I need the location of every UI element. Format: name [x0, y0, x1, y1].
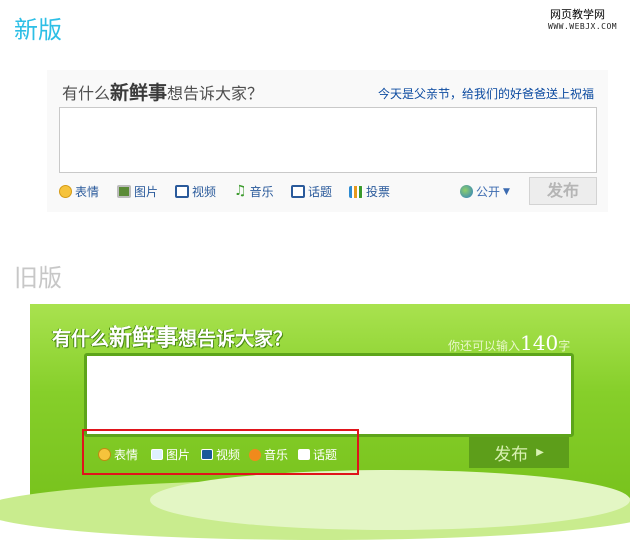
section-title-new: 新版: [14, 16, 62, 44]
new-tool-vote[interactable]: 投票: [349, 183, 390, 200]
prompt-emphasis: 新鲜事: [110, 82, 168, 104]
old-publish-button[interactable]: 发布 ▶: [469, 437, 569, 468]
watermark-url: WWW.WEBJX.COM: [548, 22, 618, 31]
counter-number: 140: [520, 331, 559, 355]
watermark-title: 网页教学网: [550, 9, 605, 21]
prompt-part-2: 想告诉大家？: [178, 328, 293, 350]
music-icon: ♫: [234, 183, 247, 199]
globe-icon: [460, 185, 473, 198]
topic-icon: [291, 185, 305, 198]
prompt-part-2: 想告诉大家？: [167, 84, 264, 103]
fathers-day-hint-link[interactable]: 今天是父亲节，给我们的好爸爸送上祝福: [378, 85, 594, 102]
chevron-down-icon: ▼: [503, 186, 510, 197]
picture-icon: [117, 185, 131, 198]
visibility-label: 公开: [476, 185, 501, 199]
section-title-old: 旧版: [14, 264, 62, 292]
tool-label: 图片: [134, 185, 159, 199]
new-tool-emoji[interactable]: 表情: [59, 183, 99, 200]
old-panel-wave-decoration: [150, 470, 630, 530]
tool-label: 投票: [366, 185, 391, 199]
counter-prefix: 你还可以输入: [448, 339, 521, 353]
new-composer-prompt: 有什么新鲜事想告诉大家？: [62, 78, 263, 105]
new-publish-button[interactable]: 发布: [529, 177, 597, 205]
video-icon: [175, 185, 189, 198]
new-tool-picture[interactable]: 图片: [117, 183, 158, 200]
tool-label: 表情: [75, 185, 100, 199]
new-tool-topic[interactable]: 话题: [291, 183, 332, 200]
vote-icon: [349, 185, 363, 198]
prompt-part-1: 有什么: [62, 84, 111, 103]
old-composer-prompt: 有什么新鲜事想告诉大家？: [52, 318, 292, 352]
toolbar-highlight-box: [82, 429, 359, 475]
old-post-textarea[interactable]: [84, 353, 574, 437]
counter-suffix: 字: [558, 339, 571, 353]
new-tool-music[interactable]: ♫ 音乐: [234, 183, 274, 200]
prompt-emphasis: 新鲜事: [109, 324, 179, 351]
smile-icon: [59, 185, 72, 198]
tool-label: 视频: [192, 185, 217, 199]
publish-label: 发布: [494, 445, 529, 465]
char-counter: 你还可以输入140字: [448, 331, 570, 355]
tool-label: 话题: [308, 185, 333, 199]
new-post-textarea[interactable]: [59, 107, 597, 173]
prompt-part-1: 有什么: [52, 328, 110, 350]
new-tool-video[interactable]: 视频: [175, 183, 216, 200]
tool-label: 音乐: [249, 185, 274, 199]
visibility-dropdown[interactable]: 公开 ▼: [460, 183, 510, 200]
arrow-right-icon: ▶: [536, 447, 544, 458]
